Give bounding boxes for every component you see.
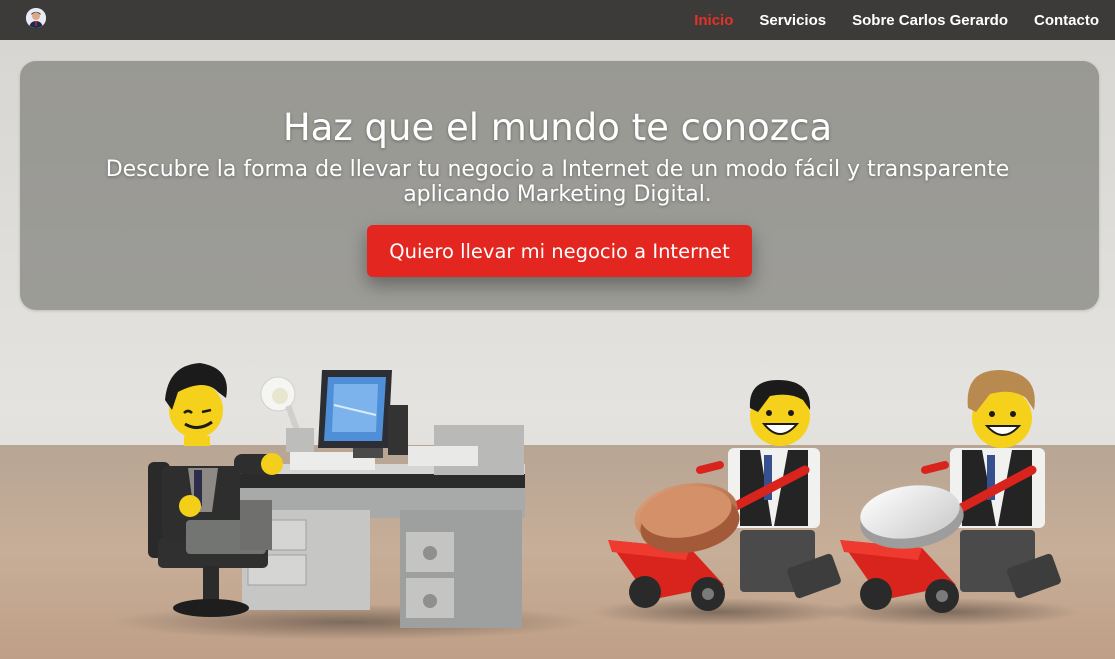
nav-link-inicio[interactable]: Inicio: [694, 12, 733, 29]
nav-link-servicios[interactable]: Servicios: [759, 12, 826, 29]
nav-link-sobre[interactable]: Sobre Carlos Gerardo: [852, 12, 1008, 29]
top-navbar: Inicio Servicios Sobre Carlos Gerardo Co…: [0, 0, 1115, 40]
hero-title: Haz que el mundo te conozca: [282, 106, 833, 149]
nav-link-contacto[interactable]: Contacto: [1034, 12, 1099, 29]
cta-button[interactable]: Quiero llevar mi negocio a Internet: [367, 225, 752, 277]
nav-menu: Inicio Servicios Sobre Carlos Gerardo Co…: [668, 0, 1099, 40]
hero-subtitle: Descubre la forma de llevar tu negocio a…: [105, 157, 1010, 207]
avatar[interactable]: [26, 8, 46, 28]
avatar-icon: [26, 8, 46, 28]
